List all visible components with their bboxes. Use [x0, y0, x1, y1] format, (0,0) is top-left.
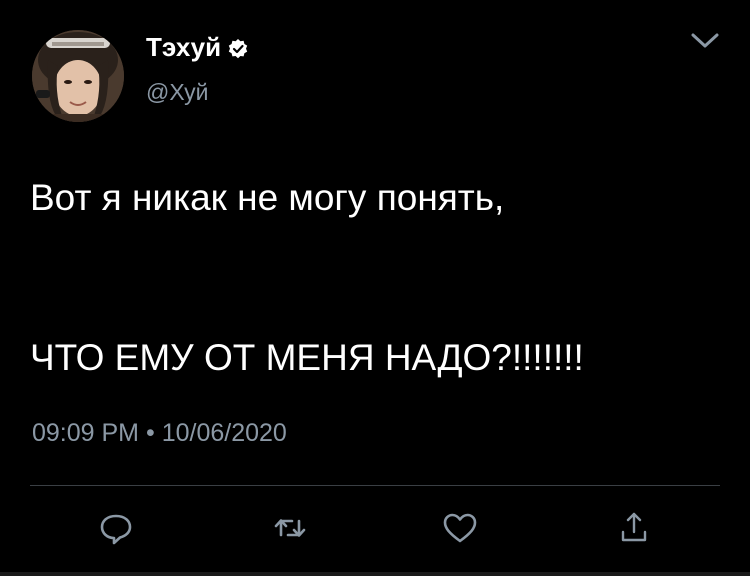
tweet-text-line-1: Вот я никак не могу понять, — [30, 177, 505, 218]
tweet-text-line-2: ЧТО ЕМУ ОТ МЕНЯ НАДО?!!!!!!! — [30, 337, 584, 378]
share-icon — [621, 512, 647, 542]
verified-badge-icon — [227, 36, 249, 59]
bottom-edge — [0, 572, 750, 576]
author-handle[interactable]: @Хуй — [146, 78, 209, 106]
reply-icon — [100, 514, 132, 545]
tweet-card: Тэхуй @Хуй Вот я никак не могу понять, Ч… — [0, 0, 750, 576]
author-display-name[interactable]: Тэхуй — [146, 32, 221, 62]
tweet-date: 10/06/2020 — [161, 419, 287, 447]
retweet-button[interactable] — [270, 508, 310, 548]
avatar[interactable] — [32, 30, 124, 122]
tweet-time: 09:09 PM — [32, 419, 140, 447]
avatar-image — [32, 30, 124, 122]
heart-icon — [443, 513, 477, 543]
retweet-icon — [274, 519, 306, 537]
timestamp-separator: • — [145, 419, 155, 447]
share-button[interactable] — [614, 508, 654, 548]
chevron-down-icon[interactable] — [688, 26, 722, 56]
reply-button[interactable] — [96, 508, 136, 548]
divider — [30, 485, 720, 486]
author-name-row[interactable]: Тэхуй — [146, 32, 249, 62]
like-button[interactable] — [440, 508, 480, 548]
tweet-timestamp: 09:09 PM • 10/06/2020 — [32, 416, 287, 450]
